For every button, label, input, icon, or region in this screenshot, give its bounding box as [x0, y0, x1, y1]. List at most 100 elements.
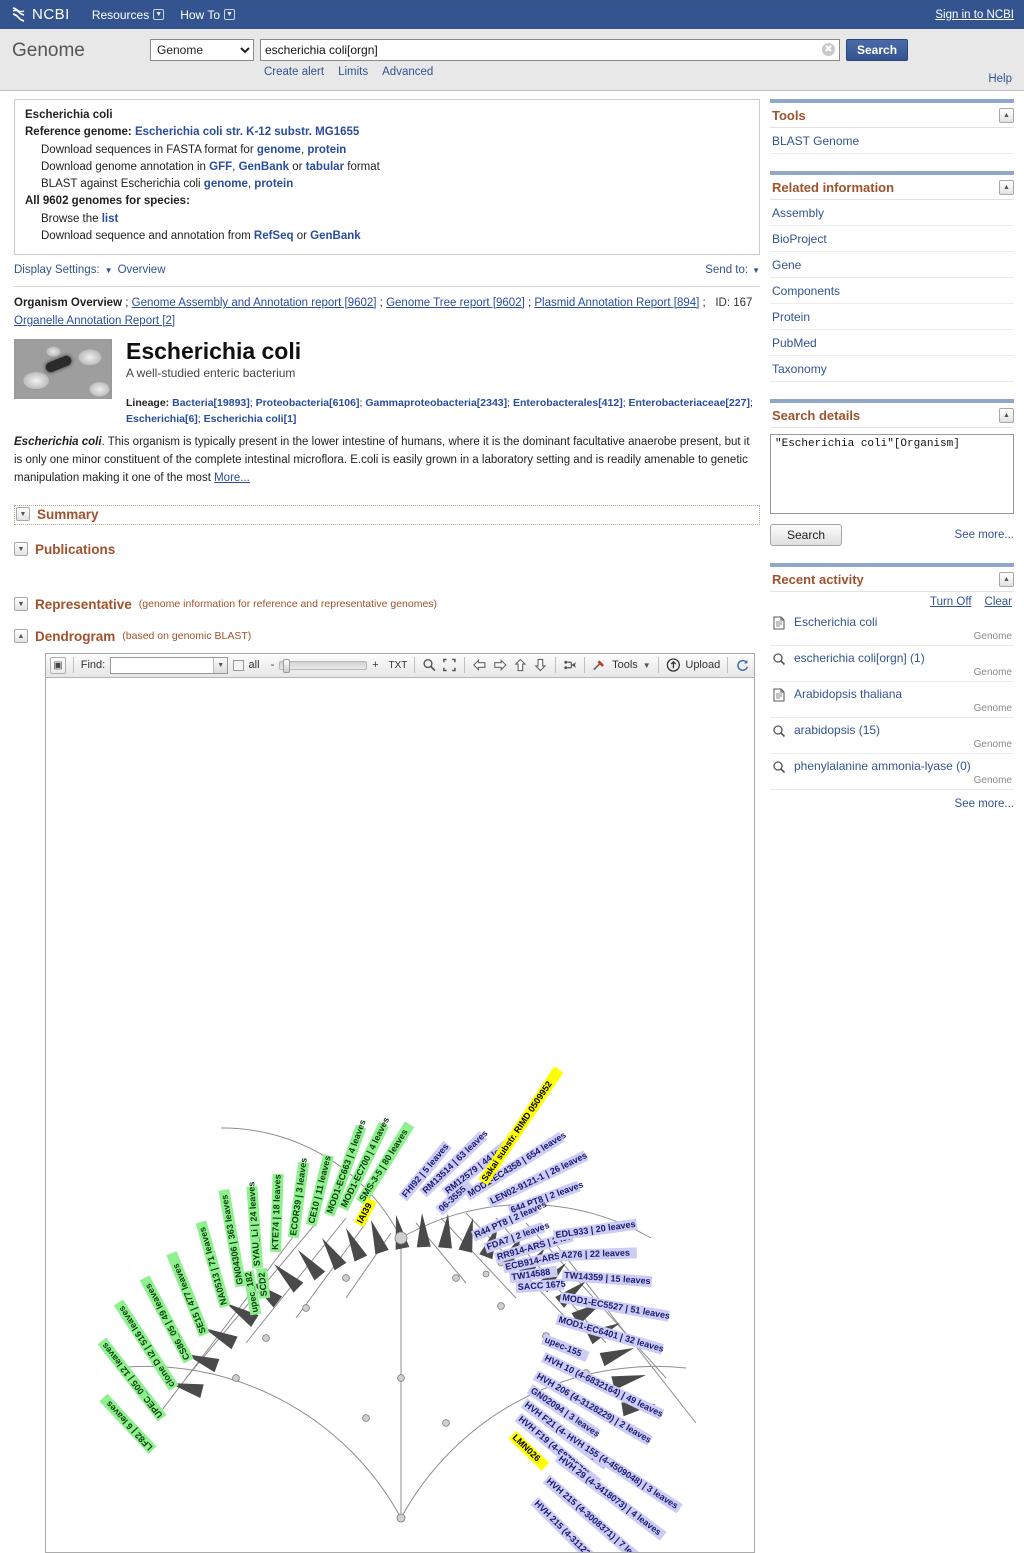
gff-link[interactable]: GFF [209, 161, 232, 173]
blast-genome-link[interactable]: genome [204, 178, 248, 190]
recent-activity-label[interactable]: Escherichia coli [794, 615, 877, 630]
arrow-right-icon[interactable] [492, 657, 508, 673]
dendrogram-tree-canvas[interactable]: MOD1-EC700 | 4 leaves MOD1-EC663 | 4 lea… [46, 677, 754, 1552]
lineage-escherichia[interactable]: Escherichia[6] [126, 413, 198, 425]
lineage-escherichia-coli[interactable]: Escherichia coli[1] [204, 413, 297, 425]
find-label: Find: [80, 659, 106, 672]
related-item-protein[interactable]: Protein [770, 304, 1014, 330]
limits-link[interactable]: Limits [338, 66, 368, 78]
arrow-up-icon[interactable] [513, 657, 528, 673]
fit-screen-icon[interactable] [442, 657, 457, 673]
recent-activity-label[interactable]: escherichia coli[orgn] (1) [794, 651, 925, 666]
recent-activity-label[interactable]: Arabidopsis thaliana [794, 687, 902, 702]
tabular-link[interactable]: tabular [306, 161, 344, 173]
clear-button[interactable]: Clear [985, 596, 1012, 608]
more-link[interactable]: More... [214, 472, 250, 484]
sign-in-link[interactable]: Sign in to NCBI [935, 9, 1014, 21]
related-item-components[interactable]: Components [770, 278, 1014, 304]
recent-activity-row[interactable]: phenylalanine ammonia-lyase (0) Genome [770, 754, 1014, 790]
refbox-download-seq: Download sequences in FASTA format for g… [25, 142, 749, 159]
lineage-gammaproteobacteria[interactable]: Gammaproteobacteria[2343] [365, 397, 507, 409]
recent-activity-row[interactable]: Escherichia coli Genome [770, 610, 1014, 646]
genbank-all-link[interactable]: GenBank [310, 230, 361, 242]
search-zoom-icon[interactable] [422, 657, 437, 673]
upload-label[interactable]: Upload [685, 659, 720, 671]
related-item-gene[interactable]: Gene [770, 252, 1014, 278]
genome-tree-report-link[interactable]: Genome Tree report [9602] [386, 297, 525, 309]
related-item-pubmed[interactable]: PubMed [770, 330, 1014, 356]
download-protein-fasta-link[interactable]: protein [307, 144, 346, 156]
display-settings-label[interactable]: Display Settings: [14, 264, 100, 276]
chevron-up-icon[interactable]: ▲ [999, 408, 1014, 423]
reference-genome-link[interactable]: Escherichia coli str. K-12 substr. MG165… [135, 126, 359, 138]
database-select[interactable]: Genome [150, 39, 254, 61]
recent-activity-label[interactable]: phenylalanine ammonia-lyase (0) [794, 759, 971, 774]
related-item-taxonomy[interactable]: Taxonomy [770, 356, 1014, 382]
lineage-enterobacteriaceae[interactable]: Enterobacteriaceae[227] [629, 397, 750, 409]
download-genome-fasta-link[interactable]: genome [257, 144, 301, 156]
tools-label[interactable]: Tools [612, 659, 638, 671]
organelle-annotation-report-link[interactable]: Organelle Annotation Report [2] [14, 315, 175, 327]
create-alert-link[interactable]: Create alert [264, 66, 324, 78]
chevron-up-icon[interactable]: ▲ [999, 108, 1014, 123]
tools-item-blast-genome[interactable]: BLAST Genome [770, 128, 1014, 154]
search-details-search-button[interactable]: Search [770, 524, 843, 546]
chevron-down-icon[interactable]: ▼ [16, 507, 30, 522]
zoom-out-button[interactable]: - [271, 659, 275, 671]
lineage-enterobacterales[interactable]: Enterobacterales[412] [513, 397, 623, 409]
recent-activity-row[interactable]: arabidopsis (15) Genome [770, 718, 1014, 754]
menu-how-to[interactable]: How To ▼ [180, 8, 235, 22]
expand-icon[interactable]: ▣ [50, 656, 66, 674]
send-to-label[interactable]: Send to: [705, 264, 748, 276]
genbank-link[interactable]: GenBank [239, 161, 290, 173]
lineage-proteobacteria[interactable]: Proteobacteria[6106] [256, 397, 360, 409]
plasmid-annotation-report-link[interactable]: Plasmid Annotation Report [894] [534, 297, 699, 309]
arrow-down-icon[interactable] [533, 657, 548, 673]
search-input[interactable] [260, 39, 840, 61]
refseq-link[interactable]: RefSeq [254, 230, 294, 242]
turn-off-button[interactable]: Turn Off [930, 596, 972, 608]
advanced-link[interactable]: Advanced [382, 66, 433, 78]
download-annot-text: Download genome annotation in [41, 160, 206, 173]
zoom-in-button[interactable]: + [372, 659, 378, 671]
display-settings-control[interactable]: Display Settings: ▼ Overview [14, 264, 166, 276]
find-all-checkbox[interactable] [233, 659, 244, 671]
chevron-up-icon[interactable]: ▲ [14, 629, 28, 644]
zoom-slider[interactable] [279, 658, 368, 673]
chevron-down-icon[interactable]: ▼ [14, 597, 28, 612]
recent-activity-label[interactable]: arabidopsis (15) [794, 723, 880, 738]
chevron-down-icon[interactable]: ▼ [213, 657, 228, 673]
related-item-bioproject[interactable]: BioProject [770, 226, 1014, 252]
chevron-up-icon[interactable]: ▲ [999, 180, 1014, 195]
related-item-assembly[interactable]: Assembly [770, 200, 1014, 226]
send-to-control[interactable]: Send to: ▼ [705, 264, 760, 276]
recent-activity-see-more[interactable]: See more... [955, 798, 1014, 810]
section-summary-header[interactable]: ▼ Summary [14, 504, 760, 525]
blast-protein-link[interactable]: protein [254, 178, 293, 190]
chevron-up-icon[interactable]: ▲ [999, 572, 1014, 587]
display-settings-value[interactable]: Overview [118, 264, 166, 276]
clear-search-icon[interactable]: ✖ [822, 43, 835, 56]
chevron-down-icon[interactable]: ▼ [14, 542, 28, 557]
lineage-bacteria[interactable]: Bacteria[19893] [172, 397, 250, 409]
search-details-see-more[interactable]: See more... [955, 529, 1014, 541]
browse-list-link[interactable]: list [102, 213, 119, 225]
zoom-slider-knob[interactable] [283, 658, 291, 673]
chevron-down-icon[interactable]: ▼ [643, 661, 651, 670]
ncbi-logo[interactable]: NCBI [10, 6, 70, 23]
find-input[interactable] [110, 656, 229, 674]
refresh-icon[interactable] [735, 657, 750, 673]
txt-button[interactable]: TXT [389, 660, 408, 671]
section-representative-header[interactable]: ▼ Representative (genome information for… [14, 597, 760, 612]
recent-activity-row[interactable]: escherichia coli[orgn] (1) Genome [770, 646, 1014, 682]
recent-activity-row[interactable]: Arabidopsis thaliana Genome [770, 682, 1014, 718]
search-button[interactable]: Search [846, 39, 909, 61]
menu-resources[interactable]: Resources ▼ [92, 8, 165, 22]
branch-tool-icon[interactable] [563, 657, 578, 673]
section-publications-header[interactable]: ▼ Publications [14, 542, 760, 557]
search-details-textarea[interactable]: "Escherichia coli"[Organism] [770, 434, 1014, 514]
genome-assembly-report-link[interactable]: Genome Assembly and Annotation report [9… [132, 297, 377, 309]
help-link[interactable]: Help [988, 73, 1012, 85]
section-dendrogram-header[interactable]: ▲ Dendrogram (based on genomic BLAST) [14, 629, 760, 644]
arrow-left-icon[interactable] [472, 657, 488, 673]
